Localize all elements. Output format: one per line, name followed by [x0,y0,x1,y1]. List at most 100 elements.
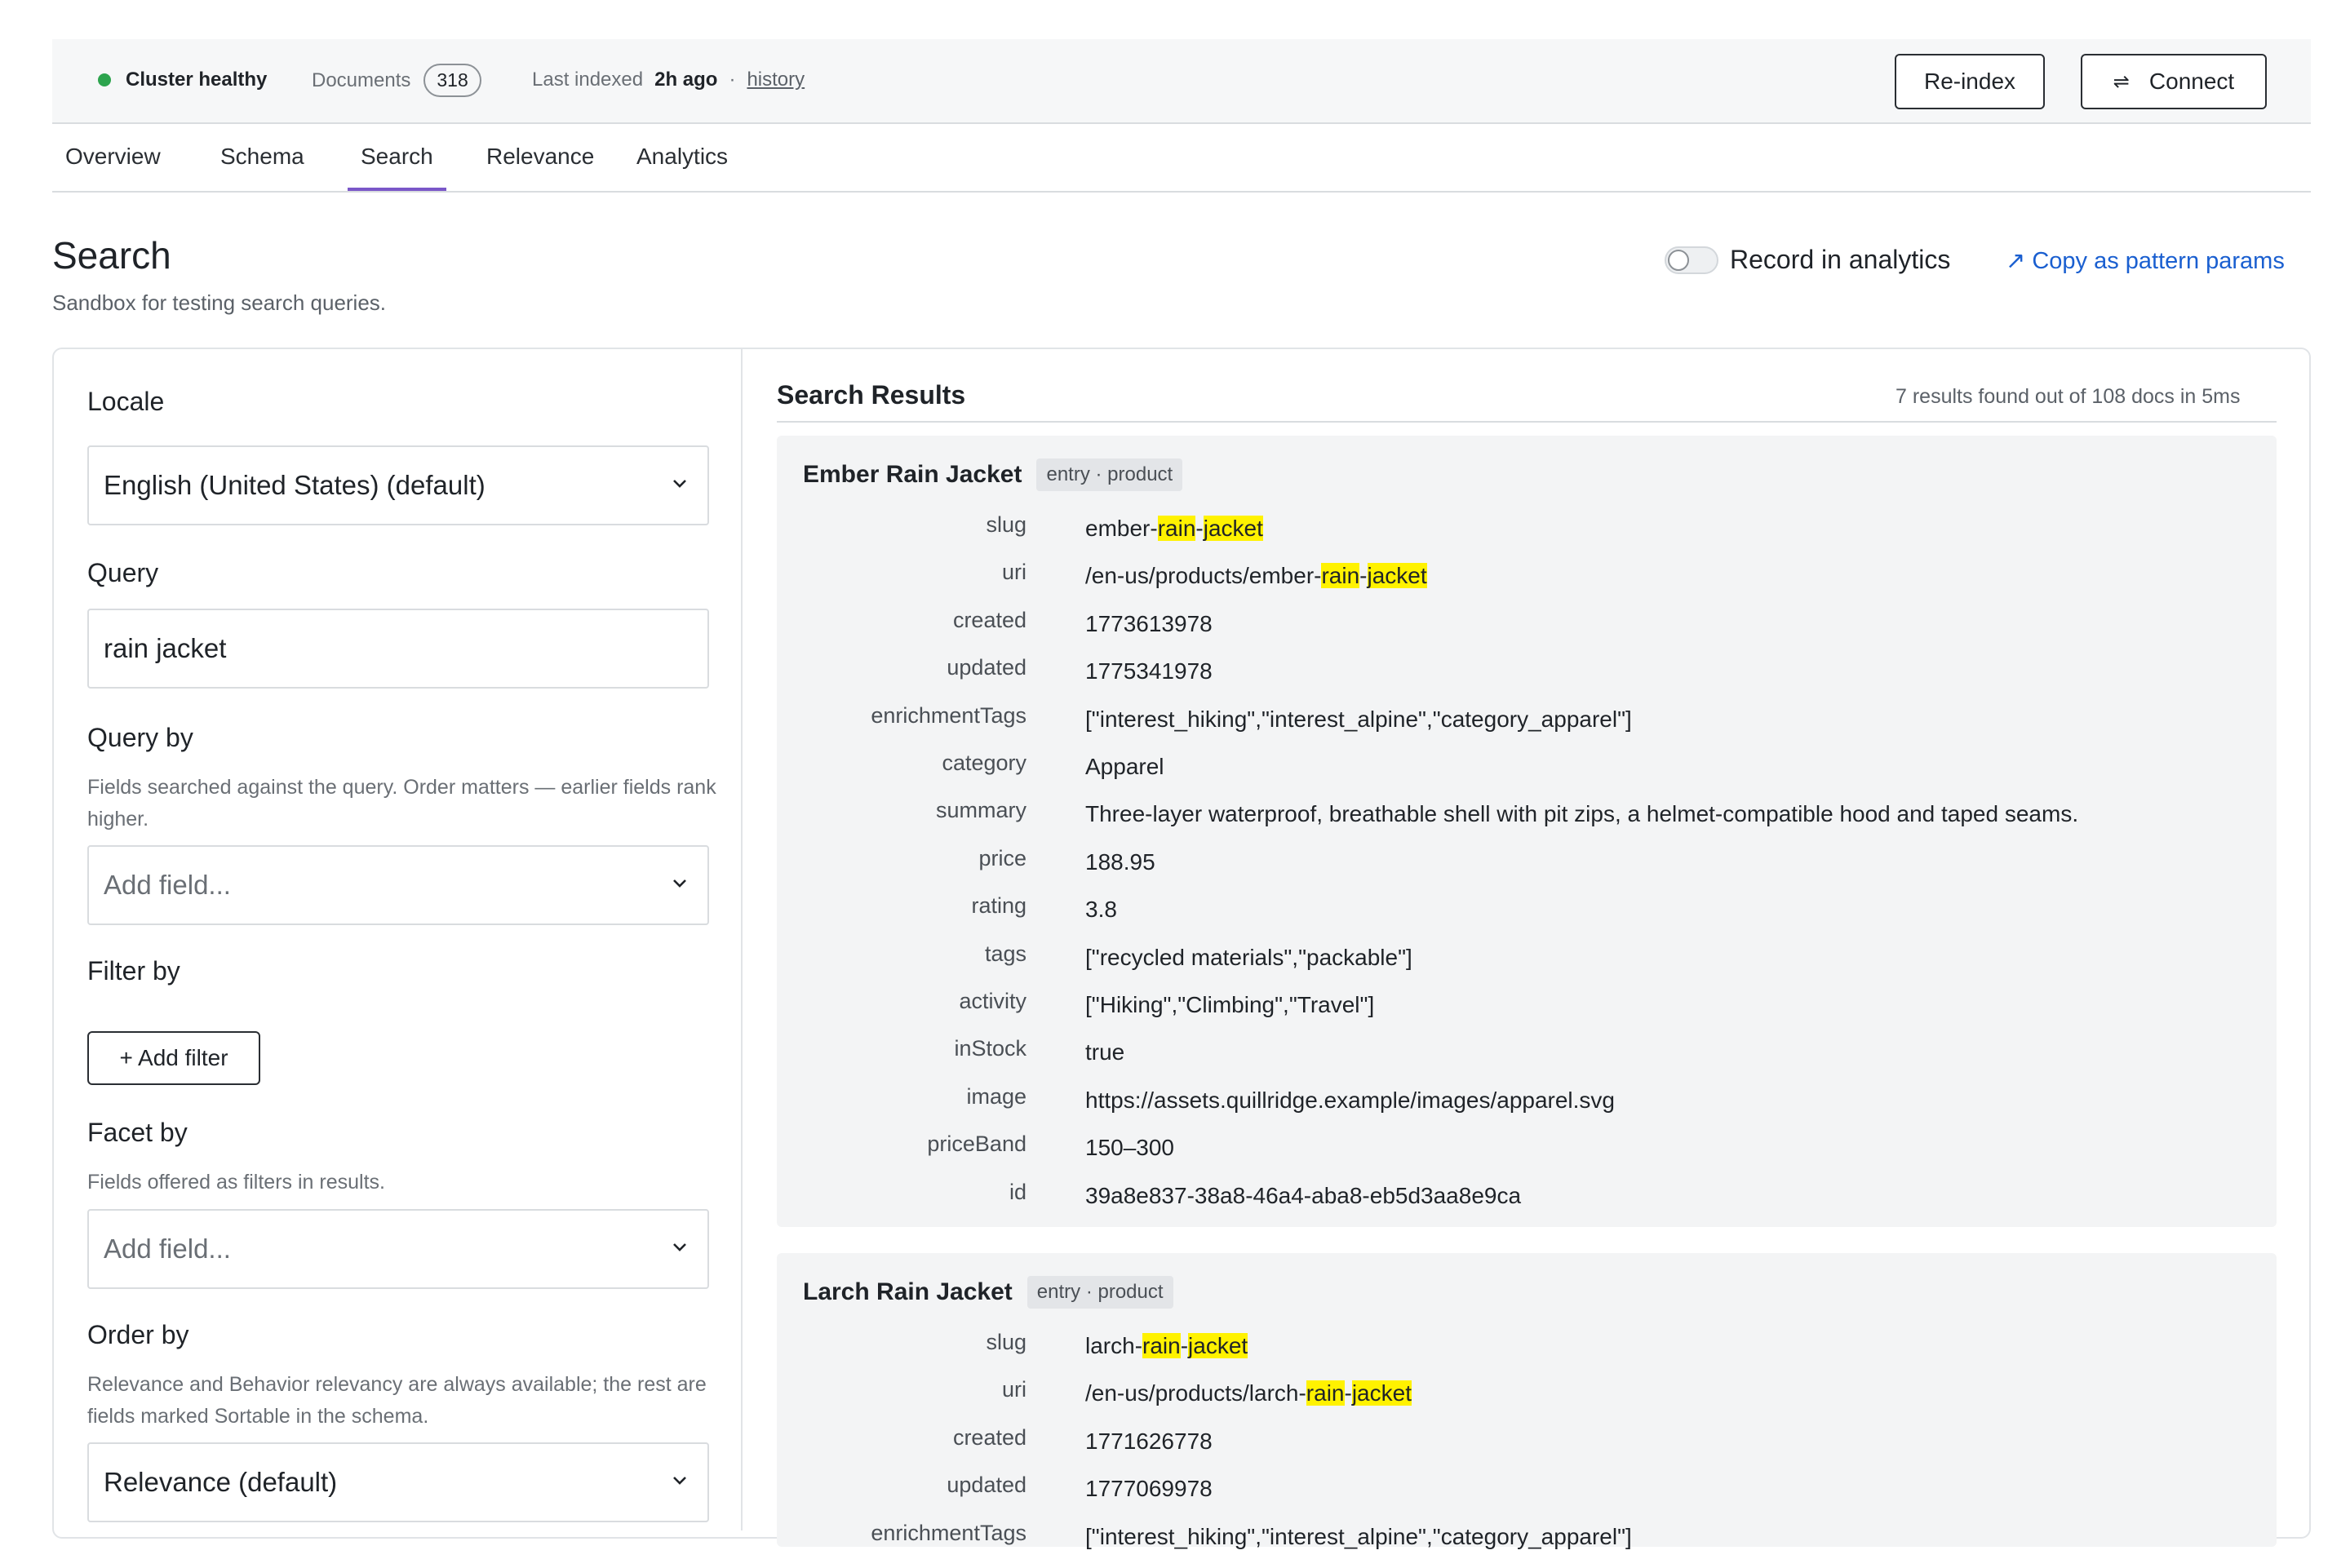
connect-arrows-icon: ⇌ [2113,70,2130,93]
query-by-select[interactable]: Add field... [87,845,709,925]
highlighted-match: rain [1321,563,1360,589]
field-value: 3.8 [1085,897,1117,923]
result-card[interactable]: Ember Rain Jacket entry · product slug em… [777,436,2277,1227]
filter-by-label: Filter by [87,956,180,986]
tab-relevance[interactable]: Relevance [473,144,607,191]
separator: · [729,69,736,91]
field-value: Three-layer waterproof, breathable shell… [1085,801,2079,827]
field-key: price [978,845,1026,870]
last-indexed-value: 2h ago [654,69,718,91]
results-divider [777,421,2277,423]
highlighted-match: jacket [1203,516,1263,541]
value-text: - [1359,563,1368,589]
tab-schema[interactable]: Schema [207,144,317,191]
field-row-priceband: priceBand 150–300 [777,1132,2277,1179]
cluster-status-label: Cluster healthy [126,69,268,91]
documents-label: Documents [312,69,411,91]
facet-by-select[interactable]: Add field... [87,1209,709,1289]
reindex-button[interactable]: Re-index [1895,54,2045,109]
last-indexed-info: Last indexed 2h ago · history [532,69,805,91]
field-value: ["interest_hiking","interest_alpine","ca… [1085,706,1632,732]
field-value: https://assets.quillridge.example/images… [1085,1087,1616,1113]
field-value: 150–300 [1085,1135,1175,1161]
last-indexed-label: Last indexed [532,69,644,91]
result-type-badge: entry · product [1036,458,1183,491]
field-key: image [966,1083,1026,1109]
facet-by-help: Fields offered as filters in results. [87,1171,385,1194]
result-card[interactable]: Larch Rain Jacket entry · product slug la… [777,1253,2277,1549]
result-type-badge: entry · product [1026,1276,1173,1309]
field-key: created [952,1424,1026,1450]
tab-overview[interactable]: Overview [52,144,174,191]
query-value: rain jacket [104,633,227,663]
history-link[interactable]: history [747,69,805,91]
value-text: - [1195,516,1204,541]
locale-select[interactable]: English (United States) (default) [87,445,709,525]
field-value: 1773613978 [1085,610,1213,636]
field-row-category: category Apparel [777,751,2277,798]
tab-search[interactable]: Search [348,144,446,191]
field-value: 1777069978 [1085,1476,1213,1502]
query-input[interactable]: rain jacket [87,609,709,689]
status-dot-icon [98,73,111,86]
chevron-down-icon [673,1477,686,1485]
facet-by-label: Facet by [87,1118,188,1147]
value-text: ember- [1085,516,1158,541]
result-card-header: Ember Rain Jacket entry · product [803,458,1183,491]
field-row-summary: summary Three-layer waterproof, breathabl… [777,798,2277,845]
value-text: - [1344,1380,1352,1406]
value-text: - [1180,1333,1189,1358]
documents-info: Documents 318 [312,64,481,97]
results-meta: 7 results found out of 108 docs in 5ms [1896,385,2241,408]
field-key: enrichmentTags [871,1520,1026,1545]
facet-by-placeholder: Add field... [104,1234,231,1264]
query-by-help: Fields searched against the query. Order… [87,776,716,831]
field-key: priceBand [927,1132,1026,1157]
chevron-down-icon [673,879,686,888]
field-key: enrichmentTags [871,702,1026,728]
field-key: tags [984,941,1026,966]
field-value: ["recycled materials","packable"] [1085,944,1412,970]
query-label: Query [87,558,159,587]
field-row-uri: uri/en-us/products/larch-rain-jacket [777,1377,2277,1424]
result-title: Ember Rain Jacket [803,461,1022,488]
field-key: activity [959,989,1026,1013]
field-row-created: created 1773613978 [777,608,2277,655]
field-key: rating [971,893,1026,919]
field-row-enrichmenttags: enrichmentTags ["interest_hiking","intere… [777,1521,2277,1568]
order-by-select[interactable]: Relevance (default) [87,1442,709,1522]
field-key: created [952,607,1026,632]
field-value: true [1085,1039,1125,1065]
tab-analytics[interactable]: Analytics [623,144,741,191]
field-row-uri: uri/en-us/products/ember-rain-jacket [777,560,2277,607]
field-key: uri [1001,1377,1026,1402]
add-filter-button[interactable]: + Add filter [87,1031,260,1085]
field-key: summary [935,798,1026,823]
connect-button[interactable]: ⇌ Connect [2081,54,2267,109]
cluster-status: Cluster healthy [98,69,267,91]
page-subtitle: Sandbox for testing search queries. [52,290,387,315]
field-row-updated: updated 1775341978 [777,655,2277,702]
toggle-knob [1668,250,1689,271]
chevron-down-icon [673,480,686,488]
add-filter-label: + Add filter [119,1045,228,1070]
field-row-created: created 1771626778 [777,1425,2277,1473]
highlighted-match: jacket [1351,1380,1412,1406]
record-analytics-toggle[interactable] [1665,246,1718,274]
copy-pattern-params-link[interactable]: ↗ Copy as pattern params [2006,246,2285,275]
value-text: /en-us/products/larch- [1085,1380,1306,1406]
field-value: ["Hiking","Climbing","Travel"] [1085,992,1375,1017]
reindex-label: Re-index [1923,69,2016,94]
field-value: 1775341978 [1085,658,1213,684]
field-row-tags: tags ["recycled materials","packable"] [777,941,2277,989]
field-value: 188.95 [1085,848,1155,875]
query-by-placeholder: Add field... [104,870,231,900]
field-key: inStock [954,1036,1026,1061]
field-value: 1771626778 [1085,1428,1213,1454]
field-key: category [942,751,1026,775]
connect-label: Connect [2148,69,2235,94]
field-row-instock: inStock true [777,1036,2277,1083]
field-row-rating: rating 3.8 [777,893,2277,941]
status-bar: Cluster healthy Documents 318 Last index… [52,39,2311,124]
result-title: Larch Rain Jacket [803,1278,1013,1305]
